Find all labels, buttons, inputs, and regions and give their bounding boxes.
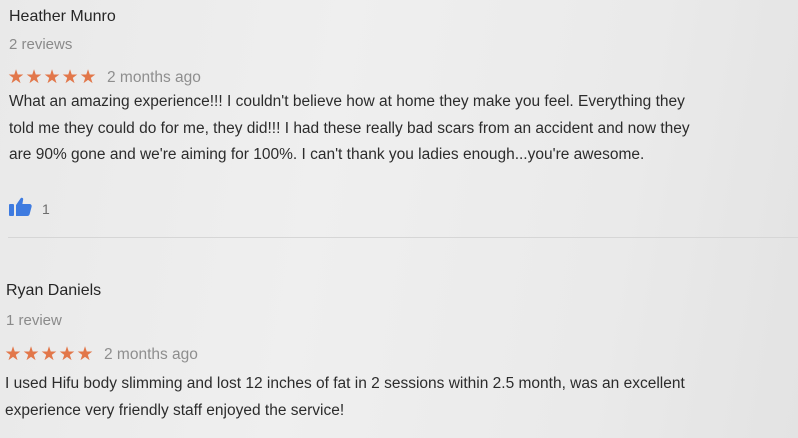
- thumbs-up-icon[interactable]: [8, 196, 33, 222]
- star-icon: ★: [7, 66, 25, 88]
- review-text-line: experience very friendly staff enjoyed t…: [5, 401, 345, 419]
- review-text-line: What an amazing experience!!! I couldn't…: [9, 93, 685, 110]
- review-text: I used Hifu body slimming and lost 12 in…: [5, 371, 685, 424]
- like-button[interactable]: 1: [8, 196, 50, 222]
- star-icon: ★: [43, 66, 61, 88]
- review-text-line: I used Hifu body slimming and lost 12 in…: [5, 375, 685, 392]
- review-text-line: are 90% gone and we're aiming for 100%. …: [9, 146, 645, 163]
- reviewer-review-count: 1 review: [6, 312, 62, 329]
- star-icon: ★: [40, 343, 58, 365]
- review-time: 2 months ago: [107, 68, 201, 86]
- review-divider: [8, 237, 798, 238]
- star-icon: ★: [22, 343, 40, 365]
- star-icon: ★: [76, 343, 94, 365]
- like-count: 1: [42, 201, 50, 217]
- star-rating: ★ ★ ★ ★ ★: [4, 345, 94, 364]
- review-text: What an amazing experience!!! I couldn't…: [9, 89, 690, 169]
- rating-row: ★ ★ ★ ★ ★ 2 months ago: [7, 68, 201, 87]
- review-text-line: told me they could do for me, they did!!…: [9, 119, 690, 137]
- review-time: 2 months ago: [104, 345, 198, 363]
- star-icon: ★: [4, 343, 22, 365]
- star-icon: ★: [25, 66, 43, 88]
- star-rating: ★ ★ ★ ★ ★: [7, 68, 97, 87]
- star-icon: ★: [61, 66, 79, 88]
- reviewer-name[interactable]: Ryan Daniels: [6, 282, 101, 300]
- rating-row: ★ ★ ★ ★ ★ 2 months ago: [4, 345, 198, 364]
- reviewer-review-count: 2 reviews: [9, 36, 73, 53]
- reviewer-name[interactable]: Heather Munro: [9, 8, 116, 26]
- star-icon: ★: [58, 343, 76, 365]
- star-icon: ★: [79, 66, 97, 88]
